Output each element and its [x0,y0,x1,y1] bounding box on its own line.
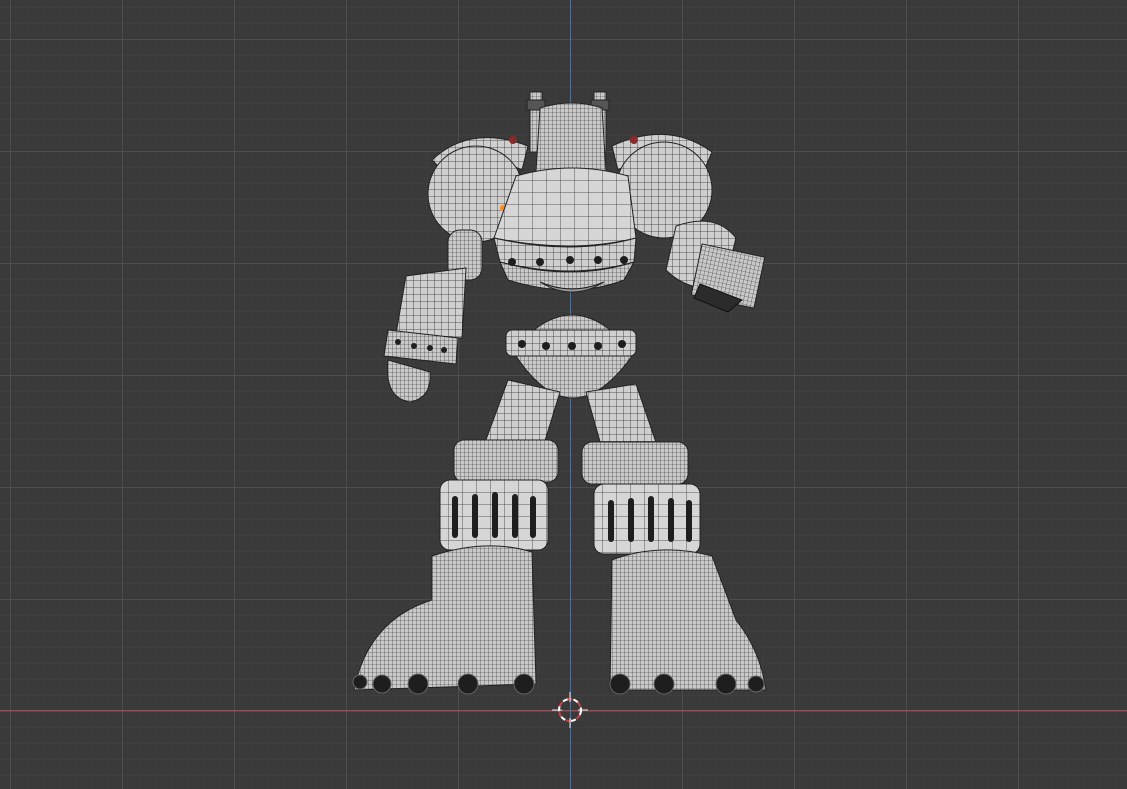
shin-bands [439,479,701,555]
robot-model[interactable] [0,0,1127,789]
right-arm [665,220,766,313]
chest [493,167,637,293]
3d-cursor-icon[interactable] [552,692,588,728]
left-boot [353,545,537,691]
neck [535,102,607,173]
left-arm [383,229,483,403]
3d-viewport[interactable] [0,0,1127,789]
right-boot [609,549,767,691]
knees [453,439,689,485]
